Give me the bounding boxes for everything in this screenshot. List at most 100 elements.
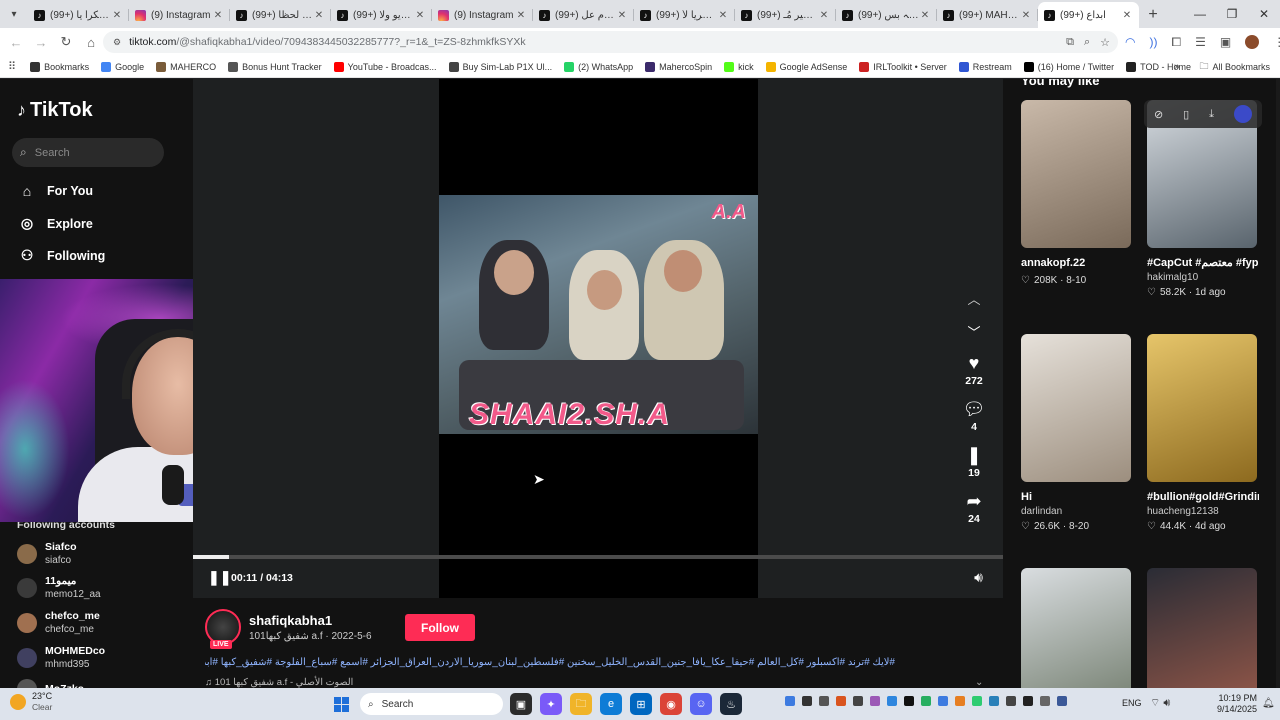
store-icon[interactable]: ⊞	[630, 693, 652, 715]
chrome-icon[interactable]: ◉	[660, 693, 682, 715]
browser-tab[interactable]: ♪ (99+) فيديو ولا...✕	[331, 2, 432, 28]
close-window-button[interactable]: ✕	[1248, 0, 1280, 28]
bookmark-item[interactable]: MAHERCO	[156, 61, 216, 72]
download-icon[interactable]: ⤓	[1209, 108, 1214, 121]
nav-explore[interactable]: ◎ Explore	[18, 215, 93, 232]
browser-tab[interactable]: ♪ (99+) حصريا لأ...✕	[634, 2, 735, 28]
back-button[interactable]: ←	[4, 30, 28, 54]
close-tab-icon[interactable]: ✕	[1020, 10, 1032, 21]
nav-for-you[interactable]: ⌂ For You	[18, 183, 93, 199]
tray-app-icon[interactable]	[819, 696, 829, 706]
follow-button[interactable]: Follow	[405, 614, 475, 641]
pause-button[interactable]: ❚❚	[208, 569, 231, 586]
task-view-icon[interactable]: ▣	[510, 693, 532, 715]
menu-icon[interactable]: ⋮	[1273, 35, 1280, 49]
prev-video-arrow-icon[interactable]: ︿	[967, 289, 980, 308]
install-app-icon[interactable]: ⧉	[1066, 36, 1074, 49]
recommendation-card[interactable]: #CapCut #معتصم #fyp #tik_to... hakimalg10…	[1147, 100, 1259, 298]
close-tab-icon[interactable]: ✕	[717, 10, 729, 21]
sidebar-toggle-icon[interactable]: ☰	[1195, 35, 1206, 49]
extension-icon[interactable]: ◠	[1125, 35, 1135, 49]
forward-button[interactable]: →	[29, 30, 53, 54]
site-info-icon[interactable]: ⚙	[113, 37, 121, 48]
browser-tab[interactable]: (9) Instagram ✕	[129, 2, 230, 28]
language-indicator[interactable]: ENG	[1122, 698, 1142, 708]
reading-list-icon[interactable]: ▣	[1220, 35, 1231, 49]
close-tab-icon[interactable]: ✕	[414, 10, 426, 21]
tray-app-icon[interactable]	[1023, 696, 1033, 706]
start-button[interactable]	[334, 697, 349, 712]
bookmark-item[interactable]: MahercoSpin	[645, 61, 712, 72]
recommendation-card[interactable]	[1021, 568, 1133, 688]
system-status-icons[interactable]: ⌔ 🔊︎	[1150, 696, 1170, 710]
discord-icon[interactable]: ☺	[690, 693, 712, 715]
tray-app-icon[interactable]	[955, 696, 965, 706]
extension-audio-icon[interactable]: ))	[1149, 35, 1157, 49]
author-handle[interactable]: shafiqkabha1	[249, 613, 372, 628]
bookmark-item[interactable]: Google AdSense	[765, 61, 847, 72]
following-account[interactable]: MOHMEDco mhmd395	[17, 645, 105, 671]
bookmark-item[interactable]: TOD - Home	[1126, 61, 1191, 72]
following-account[interactable]: MoZzko	[17, 679, 84, 688]
tray-app-icon[interactable]	[921, 696, 931, 706]
home-button[interactable]: ⌂	[79, 30, 103, 54]
recommendation-card[interactable]: annakopf.22 ♡ 208K · 8-10	[1021, 100, 1133, 286]
tray-app-icon[interactable]	[870, 696, 880, 706]
tray-app-icon[interactable]	[1040, 696, 1050, 706]
apps-grid-icon[interactable]: ⠿	[8, 60, 16, 73]
tray-app-icon[interactable]	[802, 696, 812, 706]
tab-search-button[interactable]: ▾	[0, 0, 28, 28]
bookmark-item[interactable]: (16) Home / Twitter	[1023, 61, 1114, 72]
video-thumbnail[interactable]	[1021, 100, 1131, 248]
tray-app-icon[interactable]	[1057, 696, 1067, 706]
video-caption[interactable]: #لايك #ترند #اكسبلور #كل_العالم #حيفا_عك…	[205, 657, 895, 668]
comment-button[interactable]: 💬︎ 4	[963, 399, 986, 433]
tray-app-icon[interactable]	[904, 696, 914, 706]
close-tab-icon[interactable]: ✕	[313, 10, 325, 21]
video-player[interactable]: A.A SHAAI2.SH.A ➤ ❚❚ 00:11 / 04:13 🔊︎	[193, 79, 1003, 598]
tray-app-icon[interactable]	[1006, 696, 1016, 706]
video-sound[interactable]: ♫ 101 شفيق كبها a.f - الصوت الأصلي	[205, 677, 353, 688]
video-thumbnail[interactable]	[1147, 568, 1257, 688]
bookmark-star-icon[interactable]: ☆	[1100, 36, 1110, 49]
search-box[interactable]: ⌕	[12, 138, 164, 167]
recommendation-card[interactable]: Hi darlindan ♡ 26.6K · 8-20	[1021, 334, 1133, 532]
bookmark-item[interactable]: Restream	[958, 61, 1012, 72]
save-button[interactable]: ❚ 19	[966, 445, 981, 479]
bookmark-item[interactable]: Bonus Hunt Tracker	[228, 61, 322, 72]
close-tab-icon[interactable]: ✕	[515, 10, 527, 21]
recommendation-card[interactable]: #bullion#gold#Grinding#mechanical#Al... h…	[1147, 334, 1259, 532]
following-account[interactable]: ميمو11 memo12_aa	[17, 575, 101, 601]
author-avatar[interactable]: LIVE	[205, 609, 241, 649]
globe-icon[interactable]	[1233, 105, 1252, 123]
tray-app-icon[interactable]	[853, 696, 863, 706]
maximize-button[interactable]: ❐	[1216, 0, 1248, 28]
next-video-arrow-icon[interactable]: ﹀	[967, 322, 980, 341]
tray-app-icon[interactable]	[989, 696, 999, 706]
following-account[interactable]: chefco_me chefco_me	[17, 610, 100, 636]
steam-icon[interactable]: ♨	[720, 693, 742, 715]
extensions-puzzle-icon[interactable]: ⧠	[1171, 35, 1181, 50]
browser-tab[interactable]: ♪ (99+) أبرز لحظا...✕	[230, 2, 331, 28]
new-tab-button[interactable]: +	[1139, 2, 1167, 28]
browser-tab[interactable]: ♪ (99+) واللہ بس...✕	[836, 2, 937, 28]
close-tab-icon[interactable]: ✕	[818, 10, 830, 21]
video-thumbnail[interactable]	[1147, 334, 1257, 482]
bookmark-item[interactable]: YouTube - Broadcas...	[333, 61, 437, 72]
phone-icon[interactable]: ▯	[1183, 108, 1189, 121]
browser-tab[interactable]: ♪ (99+) السلام عل...✕	[533, 2, 634, 28]
recommendation-card[interactable]	[1147, 568, 1259, 688]
video-image[interactable]: A.A SHAAI2.SH.A	[439, 195, 758, 434]
tray-app-icon[interactable]	[785, 696, 795, 706]
browser-tab[interactable]: ♪ (99+) الفقير مُـ...✕	[735, 2, 836, 28]
zoom-icon[interactable]: ⌕	[1084, 36, 1090, 49]
search-input[interactable]	[34, 146, 145, 159]
tray-app-icon[interactable]	[836, 696, 846, 706]
tray-app-icon[interactable]	[887, 696, 897, 706]
address-bar[interactable]: ⚙ tiktok.com/@shafiqkabha1/video/7094383…	[103, 31, 1118, 53]
video-progress-bar[interactable]	[193, 555, 1003, 559]
edge-icon[interactable]: e	[600, 693, 622, 715]
browser-tab[interactable]: ♪ (99+) MAHERCO✕	[937, 2, 1038, 28]
bookmark-item[interactable]: kick	[724, 61, 754, 72]
bookmark-item[interactable]: Buy Sim-Lab P1X Ul...	[448, 61, 552, 72]
